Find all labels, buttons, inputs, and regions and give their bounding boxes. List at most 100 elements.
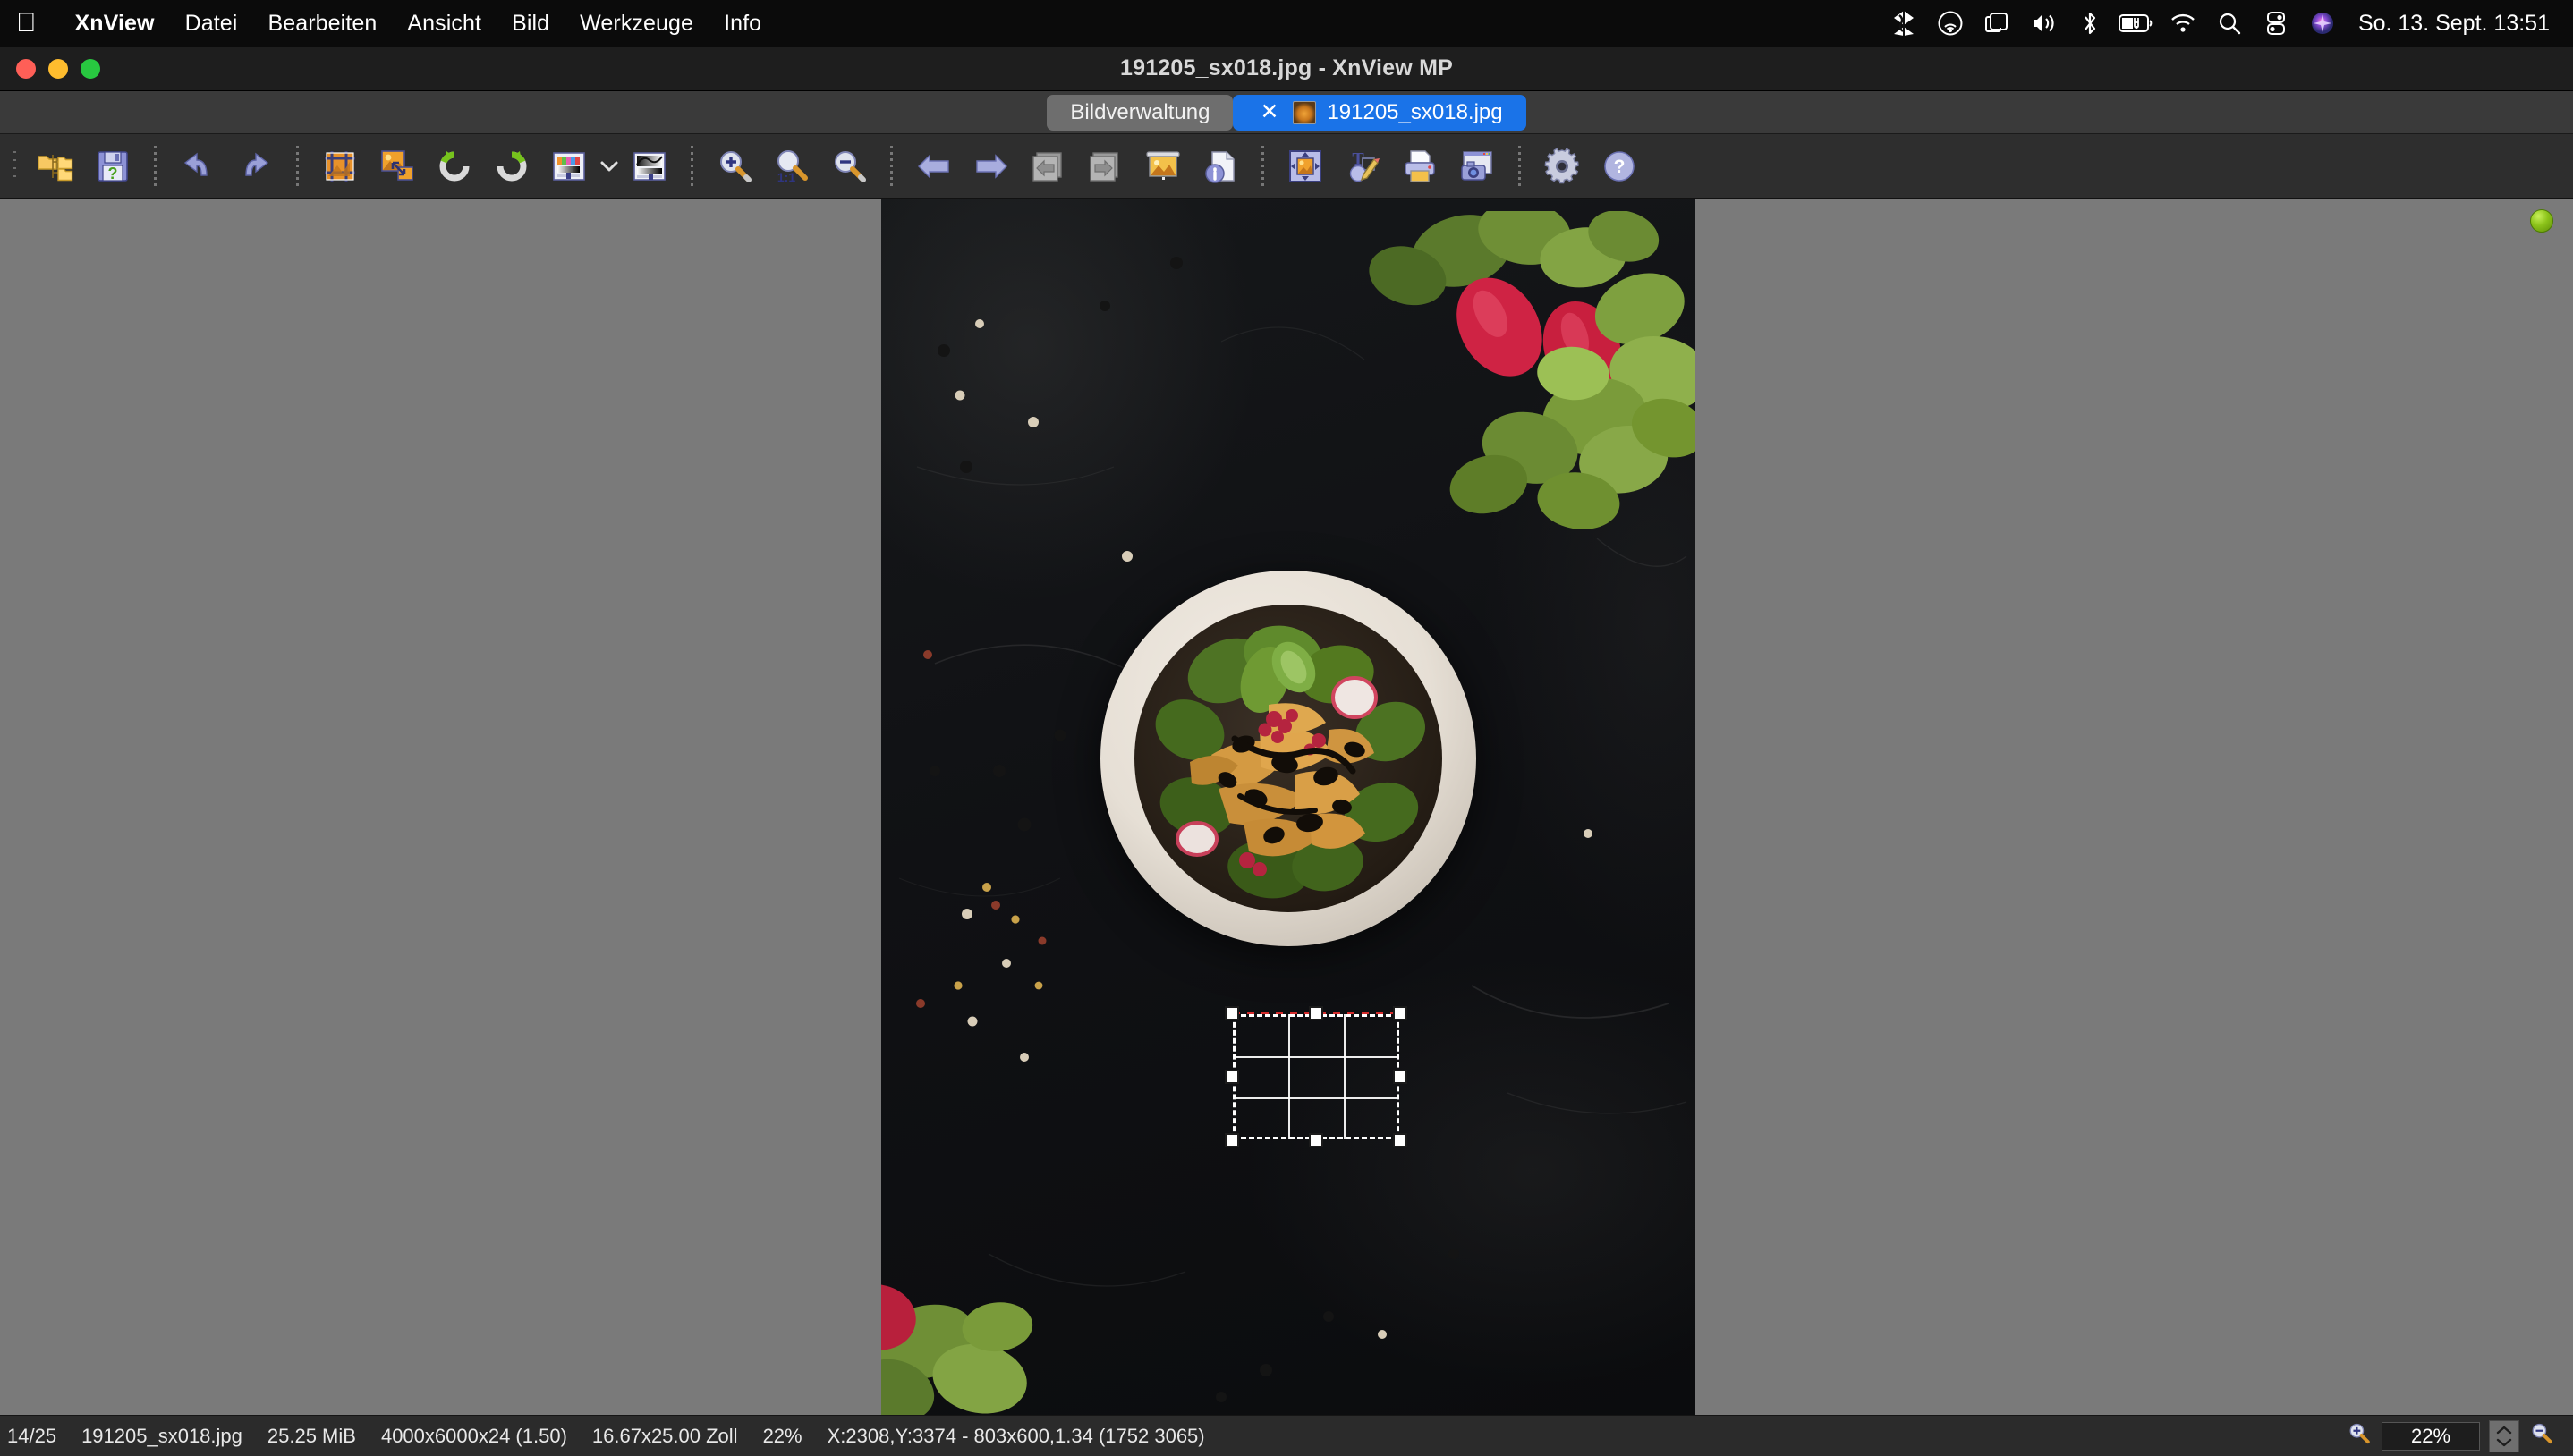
control-center-icon[interactable] [2253, 0, 2299, 47]
redo-button[interactable] [226, 138, 284, 195]
apple-logo-icon[interactable]:  [16, 10, 37, 37]
crop-grid-vertical-1 [1287, 1014, 1290, 1139]
crop-grid-vertical-2 [1343, 1014, 1346, 1139]
toolbar-separator [154, 145, 157, 187]
toolbar-separator [1261, 145, 1264, 187]
svg-text:?: ? [108, 165, 118, 182]
save-button[interactable]: ? [84, 138, 141, 195]
last-image-button[interactable] [1077, 138, 1134, 195]
crop-handle-s[interactable] [1309, 1133, 1323, 1147]
crop-grid-horizontal-1 [1233, 1055, 1399, 1058]
wifi-icon[interactable] [2160, 0, 2206, 47]
tab-image[interactable]: ✕ 191205_sx018.jpg [1233, 94, 1526, 131]
print-button[interactable] [1391, 138, 1448, 195]
image-info-button[interactable] [1192, 138, 1249, 195]
battery-icon[interactable] [2113, 0, 2160, 47]
status-zoom-in-icon[interactable] [2346, 1420, 2373, 1452]
xnview-window: 191205_sx018.jpg - XnView MP Bildverwalt… [0, 47, 2573, 1456]
help-button[interactable]: ? [1591, 138, 1648, 195]
menu-werkzeuge[interactable]: Werkzeuge [565, 0, 709, 47]
zoom-actual-button[interactable]: 1:1 [763, 138, 820, 195]
tab-list: Bildverwaltung ✕ 191205_sx018.jpg [1047, 94, 1526, 131]
status-cursor-info: X:2308,Y:3374 - 803x600,1.34 (1752 3065) [827, 1424, 1205, 1447]
menu-datei[interactable]: Datei [170, 0, 253, 47]
photo-salad-bowl [881, 199, 1695, 1415]
toolbar-separator [296, 145, 299, 187]
fullscreen-button[interactable] [1277, 138, 1334, 195]
status-zoom-controls: 22% [2346, 1419, 2564, 1452]
crop-handle-w[interactable] [1225, 1070, 1239, 1084]
status-zoom: 22% [762, 1424, 802, 1447]
rotate-left-button[interactable] [426, 138, 483, 195]
green-status-dot [2530, 209, 2553, 233]
dropbox-icon[interactable] [1881, 0, 1927, 47]
menu-ansicht[interactable]: Ansicht [392, 0, 497, 47]
zoom-out-button[interactable] [820, 138, 878, 195]
crop-handle-ne[interactable] [1393, 1006, 1407, 1020]
menu-bild[interactable]: Bild [497, 0, 565, 47]
crop-handle-sw[interactable] [1225, 1133, 1239, 1147]
color-adjust-button[interactable] [540, 138, 598, 195]
status-zoom-out-icon[interactable] [2528, 1420, 2555, 1452]
toolbar-separator [1518, 145, 1521, 187]
menu-xnview[interactable]: XnView [60, 0, 170, 47]
crop-border [1233, 1014, 1399, 1139]
crop-handle-e[interactable] [1393, 1070, 1407, 1084]
browser-folders-button[interactable] [27, 138, 84, 195]
zoom-input[interactable]: 22% [2382, 1421, 2480, 1451]
zoom-in-button[interactable] [706, 138, 763, 195]
crop-selection[interactable] [1225, 1006, 1407, 1147]
screenshot-button[interactable] [1448, 138, 1506, 195]
crop-grid-horizontal-2 [1233, 1097, 1399, 1100]
curves-button[interactable] [621, 138, 678, 195]
next-image-button[interactable] [963, 138, 1020, 195]
previous-image-button[interactable] [905, 138, 963, 195]
zoom-stepper[interactable] [2489, 1419, 2519, 1452]
rotate-right-button[interactable] [483, 138, 540, 195]
tab-image-label: 191205_sx018.jpg [1327, 99, 1503, 124]
toolbar-grip[interactable] [13, 146, 27, 187]
garnish-bottom-left [881, 1220, 1076, 1415]
settings-button[interactable] [1533, 138, 1591, 195]
status-filesize: 25.25 MiB [267, 1424, 356, 1447]
tab-thumbnail-icon [1293, 100, 1317, 124]
menu-bearbeiten[interactable]: Bearbeiten [252, 0, 392, 47]
first-image-button[interactable] [1020, 138, 1077, 195]
crop-button[interactable] [311, 138, 369, 195]
crop-handle-nw[interactable] [1225, 1006, 1239, 1020]
tab-bildverwaltung[interactable]: Bildverwaltung [1047, 94, 1234, 131]
bluetooth-icon[interactable] [2067, 0, 2113, 47]
toolbar-separator [890, 145, 893, 187]
volume-icon[interactable] [2020, 0, 2067, 47]
image-viewport[interactable] [881, 199, 1695, 1415]
crop-selection-box[interactable] [1225, 1006, 1407, 1147]
undo-button[interactable] [169, 138, 226, 195]
resize-button[interactable] [369, 138, 426, 195]
menu-bar-clock[interactable]: So. 13. Sept. 13:51 [2346, 11, 2553, 37]
draw-text-button[interactable]: T [1334, 138, 1391, 195]
maximize-window-button[interactable] [81, 59, 100, 79]
screen-mirroring-icon[interactable] [1974, 0, 2020, 47]
crop-handle-n[interactable] [1309, 1006, 1323, 1020]
status-dimensions: 4000x6000x24 (1.50) [380, 1424, 567, 1447]
spotlight-search-icon[interactable] [2206, 0, 2253, 47]
traffic-lights [16, 47, 100, 91]
status-physical-size: 16.67x25.00 Zoll [591, 1424, 738, 1447]
airdrop-icon[interactable] [1927, 0, 1974, 47]
garnish-group [1354, 199, 1695, 600]
slideshow-button[interactable] [1134, 138, 1192, 195]
status-filename: 191205_sx018.jpg [81, 1424, 242, 1447]
siri-icon[interactable] [2299, 0, 2346, 47]
image-canvas[interactable] [0, 199, 2573, 1415]
crop-handle-se[interactable] [1393, 1133, 1407, 1147]
tab-bar: Bildverwaltung ✕ 191205_sx018.jpg [0, 91, 2573, 134]
menu-info[interactable]: Info [709, 0, 777, 47]
close-window-button[interactable] [16, 59, 36, 79]
tab-close-icon[interactable]: ✕ [1256, 101, 1282, 123]
svg-text:1:1: 1:1 [777, 170, 795, 184]
status-bar: 14/25 191205_sx018.jpg 25.25 MiB 4000x60… [0, 1415, 2573, 1456]
minimize-window-button[interactable] [48, 59, 68, 79]
macos-menu-bar:  XnView Datei Bearbeiten Ansicht Bild W… [0, 0, 2573, 47]
salad-contents [1134, 604, 1442, 912]
color-adjust-dropdown[interactable] [598, 138, 621, 195]
